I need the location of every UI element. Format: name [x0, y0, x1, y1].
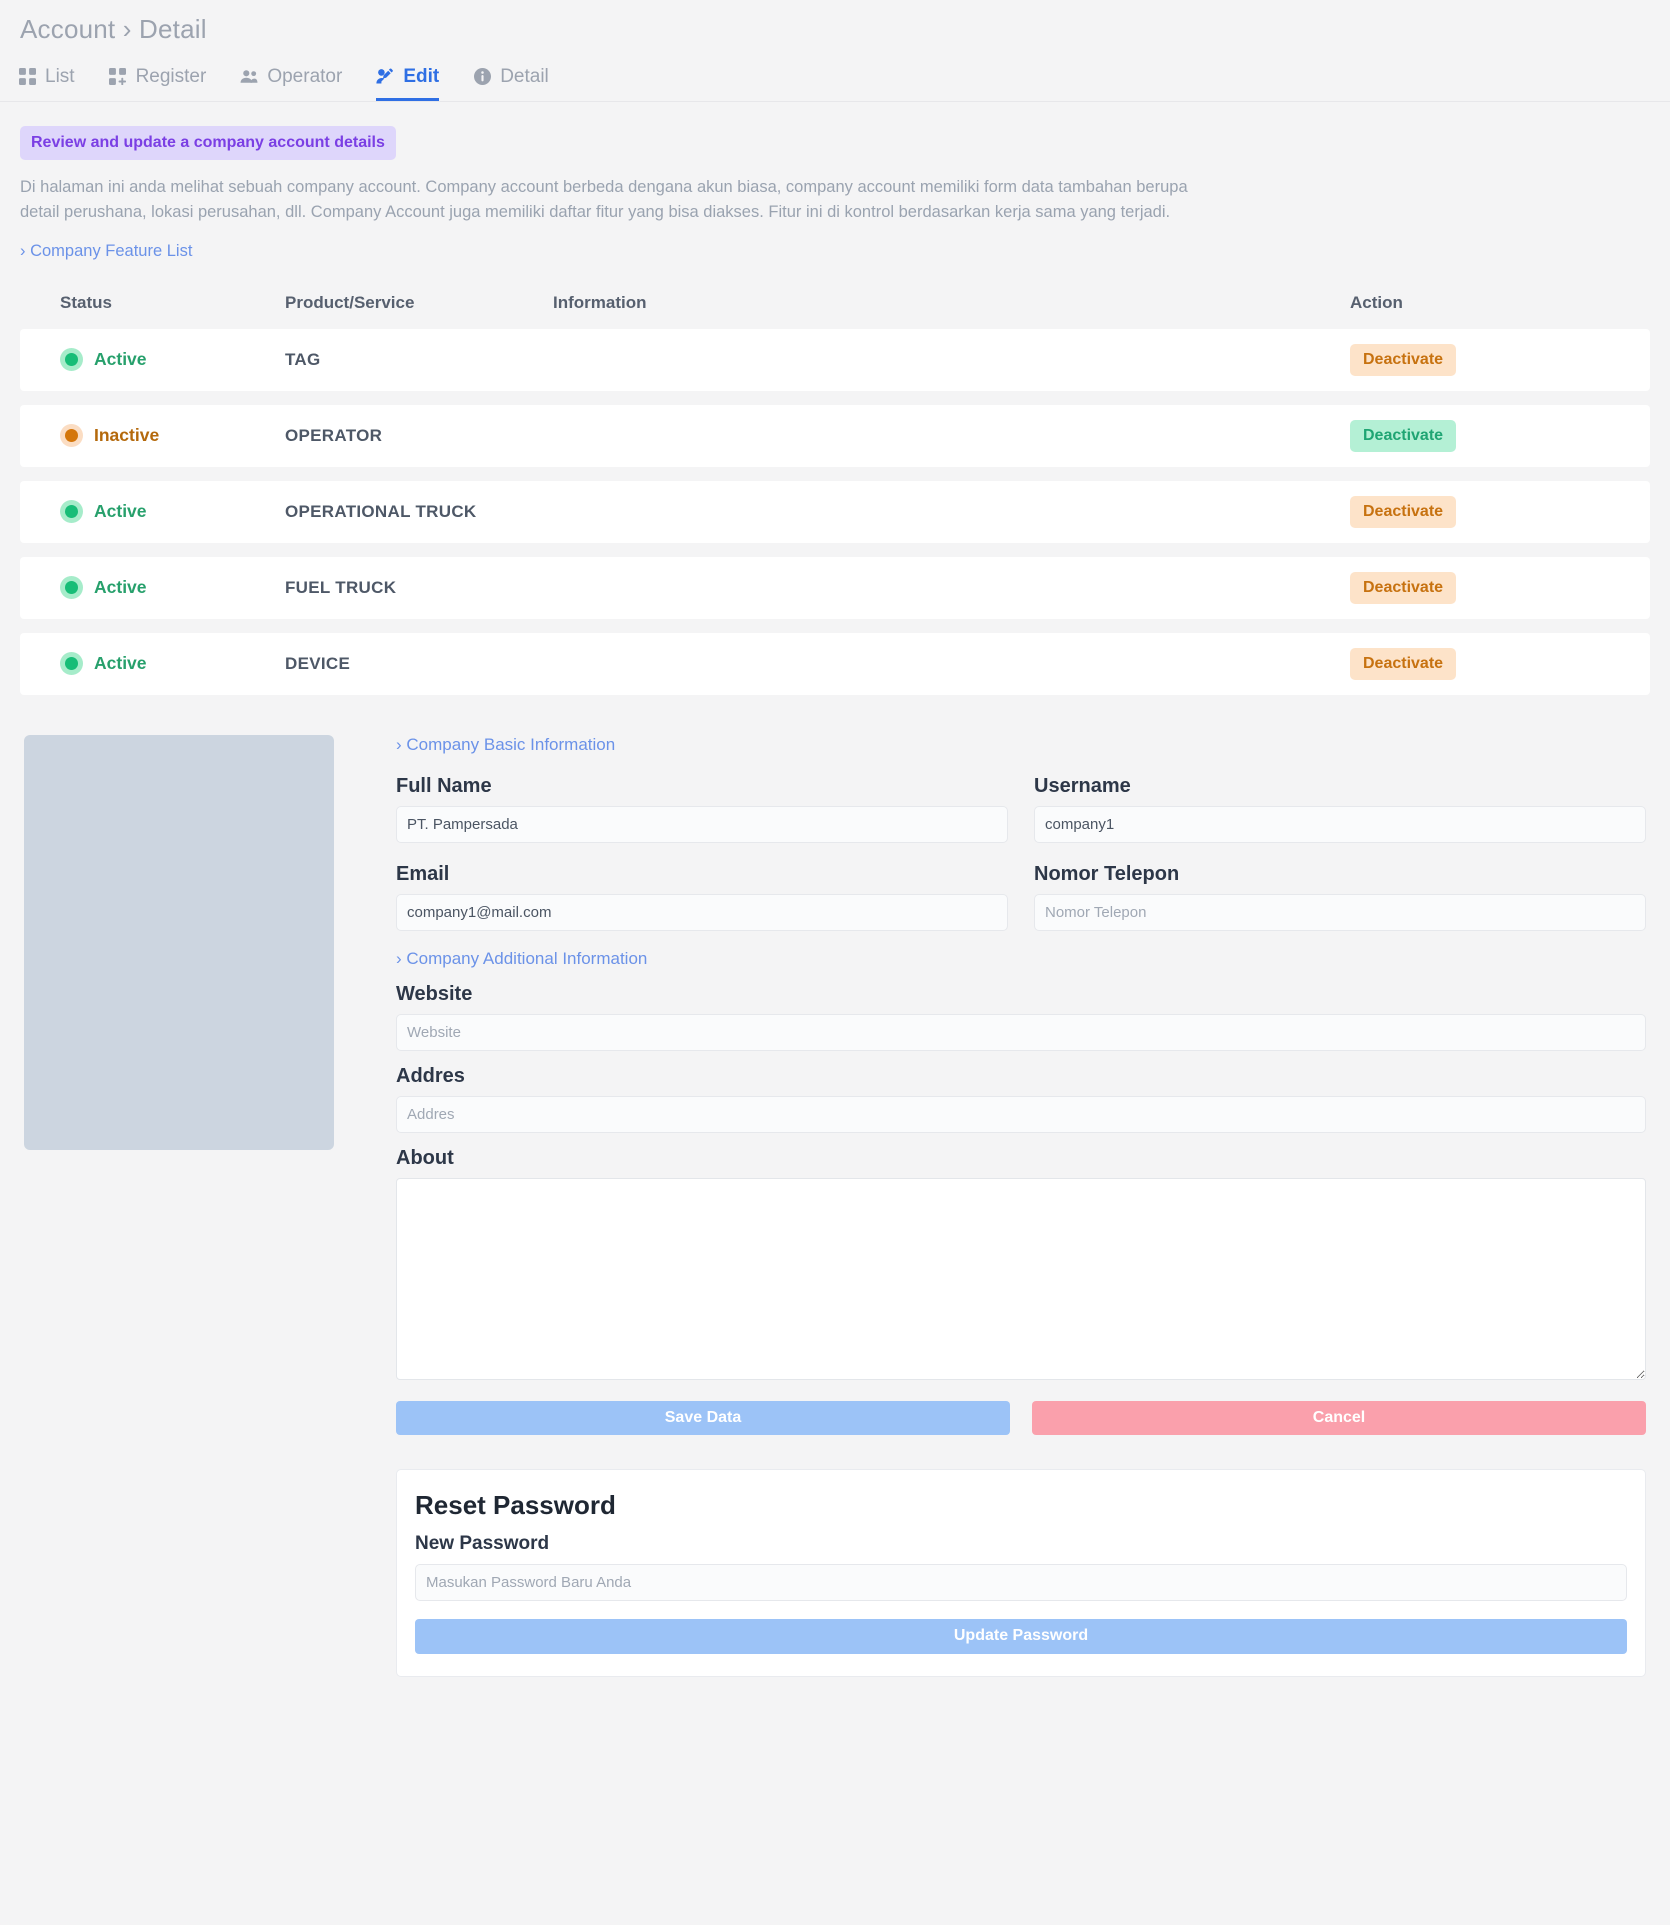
- company-additional-information-link[interactable]: › Company Additional Information: [396, 949, 647, 969]
- table-row: Active DEVICE Deactivate: [20, 632, 1650, 695]
- website-input[interactable]: [396, 1013, 1646, 1051]
- status-cell: Active: [20, 500, 285, 523]
- about-field-group: About: [396, 1147, 1646, 1385]
- column-header-status: Status: [60, 292, 112, 312]
- status-dot-icon: [60, 348, 83, 371]
- page-subtitle-badge: Review and update a company account deta…: [20, 126, 396, 160]
- company-feature-list-link[interactable]: › Company Feature List: [20, 242, 192, 261]
- product-label: FUEL TRUCK: [285, 577, 397, 597]
- tab-list[interactable]: List: [18, 67, 75, 101]
- status-dot-icon: [60, 652, 83, 675]
- full-name-field-group: Full Name: [396, 761, 1008, 843]
- company-form: › Company Basic Information Full Name Us…: [396, 735, 1650, 1677]
- update-password-button[interactable]: Update Password: [415, 1618, 1627, 1654]
- email-label: Email: [396, 862, 450, 885]
- company-photo-placeholder[interactable]: [24, 734, 334, 1150]
- tab-detail-label: Detail: [500, 66, 549, 87]
- product-label: OPERATOR: [285, 425, 383, 445]
- tab-operator[interactable]: Operator: [240, 67, 342, 101]
- column-header-action: Action: [1350, 292, 1403, 312]
- product-label: DEVICE: [285, 653, 351, 673]
- breadcrumb: Account › Detail: [20, 14, 207, 44]
- table-row: Active TAG Deactivate: [20, 328, 1650, 391]
- full-name-input[interactable]: [396, 805, 1008, 843]
- tab-edit[interactable]: Edit: [376, 66, 440, 101]
- phone-label: Nomor Telepon: [1034, 862, 1180, 885]
- tab-operator-label: Operator: [267, 66, 343, 87]
- tab-edit-label: Edit: [403, 66, 440, 87]
- tab-register[interactable]: Register: [109, 66, 207, 101]
- username-field-group: Username: [1034, 761, 1646, 843]
- status-label: Active: [94, 577, 147, 597]
- status-cell: Inactive: [20, 424, 285, 447]
- table-row: Active FUEL TRUCK Deactivate: [20, 556, 1650, 619]
- tab-register-label: Register: [135, 66, 207, 87]
- reset-password-card: Reset Password New Password Update Passw…: [396, 1468, 1646, 1677]
- new-password-input[interactable]: [415, 1563, 1627, 1601]
- email-field-group: Email: [396, 849, 1008, 931]
- cancel-button[interactable]: Cancel: [1032, 1400, 1646, 1435]
- status-badge: Active: [60, 576, 285, 599]
- email-input[interactable]: [396, 893, 1008, 931]
- users-icon: [240, 68, 258, 86]
- status-cell: Active: [20, 652, 285, 675]
- about-textarea[interactable]: [396, 1177, 1646, 1380]
- status-cell: Active: [20, 576, 285, 599]
- form-actions: Save Data Cancel: [396, 1400, 1646, 1435]
- status-label: Active: [94, 501, 147, 521]
- phone-field-group: Nomor Telepon: [1034, 849, 1646, 931]
- table-header-row: Status Product/Service Information Actio…: [20, 283, 1650, 323]
- new-password-label: New Password: [415, 1532, 550, 1554]
- status-label: Active: [94, 653, 147, 673]
- status-label: Active: [94, 349, 147, 369]
- save-data-button[interactable]: Save Data: [396, 1400, 1010, 1435]
- tab-list-label: List: [45, 66, 75, 87]
- edit-user-icon: [376, 68, 394, 86]
- action-cell: Deactivate: [1350, 343, 1650, 376]
- action-cell: Deactivate: [1350, 647, 1650, 680]
- company-feature-table: Status Product/Service Information Actio…: [20, 283, 1650, 695]
- username-label: Username: [1034, 774, 1131, 797]
- action-cell: Deactivate: [1350, 495, 1650, 528]
- deactivate-button[interactable]: Deactivate: [1350, 647, 1457, 680]
- website-label: Website: [396, 982, 473, 1005]
- deactivate-button[interactable]: Deactivate: [1350, 343, 1457, 376]
- status-dot-icon: [60, 500, 83, 523]
- username-input[interactable]: [1034, 805, 1646, 843]
- status-cell: Active: [20, 348, 285, 371]
- deactivate-button[interactable]: Deactivate: [1350, 419, 1457, 452]
- address-input[interactable]: [396, 1095, 1646, 1133]
- tab-detail[interactable]: Detail: [473, 67, 549, 101]
- action-cell: Deactivate: [1350, 571, 1650, 604]
- company-basic-information-link[interactable]: › Company Basic Information: [396, 735, 615, 755]
- deactivate-button[interactable]: Deactivate: [1350, 495, 1457, 528]
- address-label: Addres: [396, 1064, 465, 1087]
- address-field-group: Addres: [396, 1065, 1646, 1133]
- phone-input[interactable]: [1034, 893, 1646, 931]
- status-label: Inactive: [94, 425, 160, 445]
- product-label: TAG: [285, 349, 321, 369]
- info-icon: [473, 68, 491, 86]
- status-badge: Active: [60, 348, 285, 371]
- grid-icon: [18, 68, 36, 86]
- website-field-group: Website: [396, 983, 1646, 1051]
- table-row: Inactive OPERATOR Deactivate: [20, 404, 1650, 467]
- status-badge: Active: [60, 500, 285, 523]
- status-dot-icon: [60, 424, 83, 447]
- status-badge: Active: [60, 652, 285, 675]
- table-row: Active OPERATIONAL TRUCK Deactivate: [20, 480, 1650, 543]
- about-label: About: [396, 1146, 454, 1169]
- column-header-product: Product/Service: [285, 292, 415, 312]
- product-label: OPERATIONAL TRUCK: [285, 501, 477, 521]
- deactivate-button[interactable]: Deactivate: [1350, 571, 1457, 604]
- status-dot-icon: [60, 576, 83, 599]
- grid-plus-icon: [109, 68, 127, 86]
- reset-password-title: Reset Password: [415, 1489, 616, 1520]
- action-cell: Deactivate: [1350, 419, 1650, 452]
- page-description: Di halaman ini anda melihat sebuah compa…: [20, 178, 1188, 221]
- column-header-information: Information: [553, 292, 647, 312]
- tab-bar: List Register Operator Edit Detail: [0, 45, 1670, 102]
- status-badge: Inactive: [60, 424, 285, 447]
- full-name-label: Full Name: [396, 774, 492, 797]
